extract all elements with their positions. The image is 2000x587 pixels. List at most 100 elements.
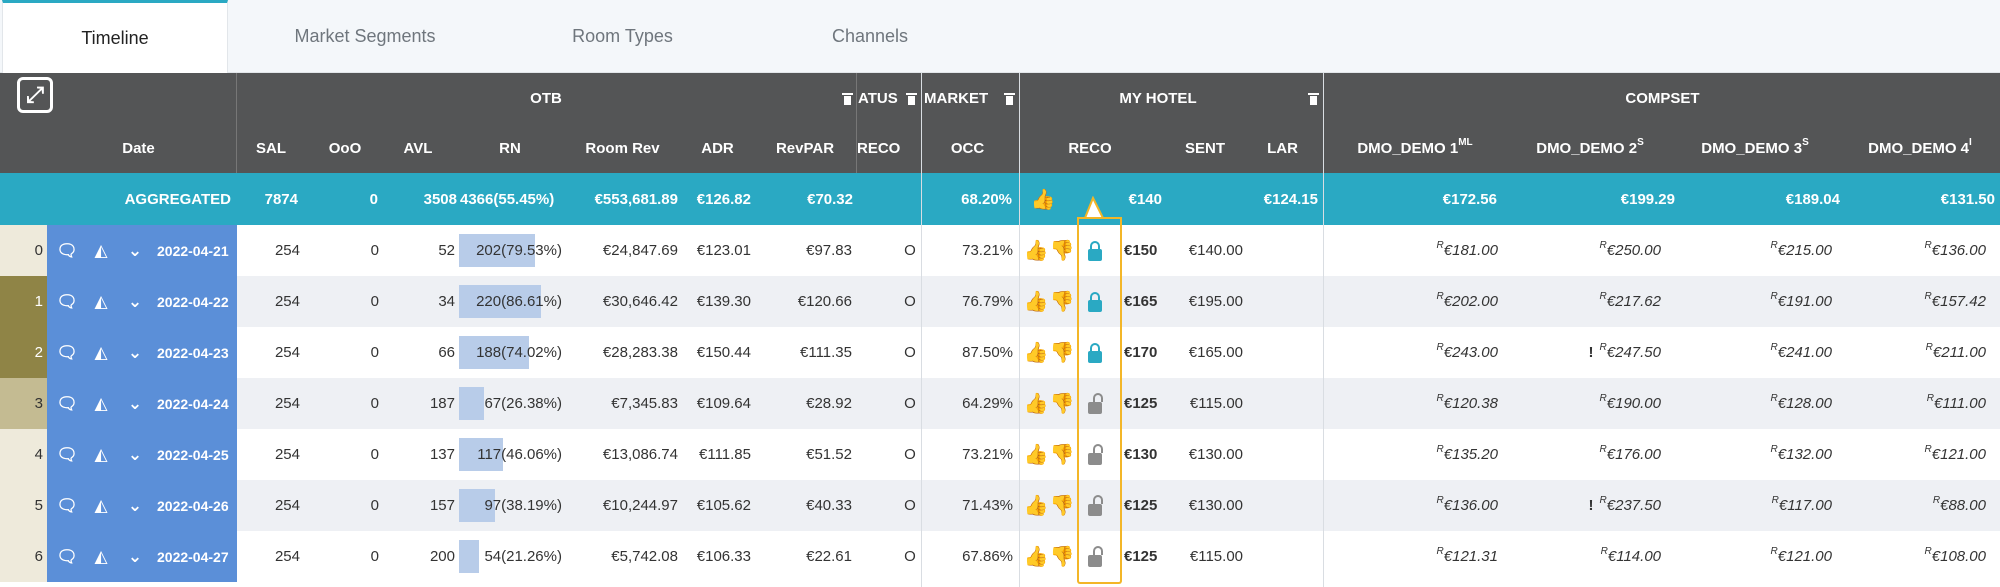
thumbs-down-icon[interactable]: 👎: [1048, 327, 1076, 378]
column-sal[interactable]: SAL: [238, 123, 304, 173]
cell-sal: 254: [274, 242, 300, 259]
comment-icon[interactable]: 🗨: [53, 343, 81, 363]
area-chart-icon[interactable]: ◭: [87, 343, 115, 363]
column-lar[interactable]: LAR: [1250, 123, 1315, 173]
cell-rn: 97(38.19%): [484, 497, 562, 514]
tab-room-types[interactable]: Room Types: [500, 0, 745, 73]
column-adr[interactable]: ADR: [685, 123, 750, 173]
tab-timeline[interactable]: Timeline: [2, 0, 228, 74]
expand-icon[interactable]: ⤢: [17, 77, 53, 113]
rate-source-marker: R: [1436, 495, 1444, 506]
column-sent[interactable]: SENT: [1170, 123, 1240, 173]
row-date: 2022-04-23: [157, 344, 229, 361]
date-cell: 🗨 ◭ ⌄ 2022-04-25: [47, 429, 237, 480]
column-compset-2[interactable]: DMO_DEMO 2S: [1515, 123, 1665, 173]
date-cell: 🗨 ◭ ⌄ 2022-04-24: [47, 378, 237, 429]
cell-room-rev: €5,742.08: [611, 548, 678, 565]
aggregated-row: AGGREGATED 7874 0 3508 4366(55.45%) €553…: [0, 173, 2000, 225]
column-compset-4[interactable]: DMO_DEMO 4I: [1845, 123, 1995, 173]
area-chart-icon[interactable]: ◭: [87, 445, 115, 465]
column-ooo[interactable]: OoO: [310, 123, 380, 173]
comment-icon[interactable]: 🗨: [53, 292, 81, 312]
thumbs-up-icon[interactable]: 👍: [1022, 225, 1050, 276]
chevron-down-icon[interactable]: ⌄: [121, 496, 149, 516]
tab-channels[interactable]: Channels: [760, 0, 980, 73]
cell-sent: €115.00: [1189, 548, 1243, 565]
cell-compset-2: ! R €247.50: [1588, 342, 1661, 361]
thumbs-up-icon[interactable]: 👍: [1022, 429, 1050, 480]
table-row: 3 🗨 ◭ ⌄ 2022-04-24 254 0 187 67(26.38%) …: [0, 378, 2000, 429]
tab-market-segments[interactable]: Market Segments: [240, 0, 490, 73]
thumbs-down-icon[interactable]: 👎: [1048, 429, 1076, 480]
cell-adr: €109.64: [696, 395, 751, 412]
cell-compset-2: R €190.00: [1599, 393, 1661, 412]
row-date: 2022-04-21: [157, 242, 229, 259]
thumbs-down-icon[interactable]: 👎: [1048, 276, 1076, 327]
comment-icon[interactable]: 🗨: [53, 496, 81, 516]
cell-rn: 67(26.38%): [484, 395, 562, 412]
rate-source-marker: R: [1599, 291, 1607, 302]
column-room-rev[interactable]: Room Rev: [570, 123, 675, 173]
row-index: 0: [0, 225, 47, 276]
trash-icon[interactable]: [1308, 92, 1319, 105]
aggregated-rn: 4366(55.45%): [460, 190, 555, 208]
rate-source-marker: R: [1770, 291, 1778, 302]
thumbs-down-icon[interactable]: 👎: [1048, 480, 1076, 531]
row-date: 2022-04-24: [157, 395, 229, 412]
table-row: 5 🗨 ◭ ⌄ 2022-04-26 254 0 157 97(38.19%) …: [0, 480, 2000, 531]
row-date: 2022-04-25: [157, 446, 229, 463]
column-date[interactable]: Date: [47, 123, 230, 173]
cell-revpar: €51.52: [806, 446, 852, 463]
thumbs-up-icon[interactable]: 👍: [1028, 173, 1058, 225]
thumbs-down-icon[interactable]: 👎: [1048, 225, 1076, 276]
area-chart-icon[interactable]: ◭: [87, 496, 115, 516]
rate-source-marker: R: [1600, 546, 1608, 557]
rate-source-marker: R: [1599, 393, 1607, 404]
cell-adr: €150.44: [696, 344, 751, 361]
cell-compset-2: ! R €237.50: [1588, 495, 1661, 514]
cell-room-rev: €13,086.74: [602, 446, 678, 463]
column-occ[interactable]: OCC: [925, 123, 1010, 173]
thumbs-down-icon[interactable]: 👎: [1048, 531, 1076, 582]
cell-compset-2: R €114.00: [1600, 546, 1661, 565]
column-reco[interactable]: RECO: [1030, 123, 1150, 173]
chevron-down-icon[interactable]: ⌄: [121, 241, 149, 261]
rate-source-marker: R: [1932, 495, 1941, 506]
column-compset-3[interactable]: DMO_DEMO 3S: [1680, 123, 1830, 173]
trash-icon[interactable]: [842, 92, 853, 105]
chevron-down-icon[interactable]: ⌄: [121, 343, 149, 363]
cell-compset-1: R €202.00: [1436, 291, 1498, 310]
trash-icon[interactable]: [1004, 92, 1015, 105]
column-avl[interactable]: AVL: [385, 123, 451, 173]
thumbs-up-icon[interactable]: 👍: [1022, 378, 1050, 429]
row-index: 2: [0, 327, 47, 378]
thumbs-up-icon[interactable]: 👍: [1022, 531, 1050, 582]
thumbs-up-icon[interactable]: 👍: [1022, 327, 1050, 378]
group-my-hotel: MY HOTEL: [1119, 89, 1197, 107]
thumbs-up-icon[interactable]: 👍: [1022, 276, 1050, 327]
area-chart-icon[interactable]: ◭: [87, 241, 115, 261]
column-rn[interactable]: RN: [460, 123, 560, 173]
column-compset-1[interactable]: DMO_DEMO 1 ML: [1340, 123, 1490, 173]
chevron-down-icon[interactable]: ⌄: [121, 292, 149, 312]
cell-sal: 254: [274, 497, 300, 514]
comment-icon[interactable]: 🗨: [53, 394, 81, 414]
area-chart-icon[interactable]: ◭: [87, 394, 115, 414]
cell-compset-2: R €176.00: [1599, 444, 1661, 463]
cell-sent: €130.00: [1188, 446, 1243, 463]
chevron-down-icon[interactable]: ⌄: [121, 445, 149, 465]
comment-icon[interactable]: 🗨: [53, 547, 81, 567]
thumbs-up-icon[interactable]: 👍: [1022, 480, 1050, 531]
column-revpar[interactable]: RevPAR: [765, 123, 845, 173]
area-chart-icon[interactable]: ◭: [87, 547, 115, 567]
comment-icon[interactable]: 🗨: [53, 445, 81, 465]
column-status-reco[interactable]: RECO: [857, 123, 907, 173]
thumbs-down-icon[interactable]: 👎: [1048, 378, 1076, 429]
column-separator: [856, 73, 857, 173]
chevron-down-icon[interactable]: ⌄: [121, 547, 149, 567]
comment-icon[interactable]: 🗨: [53, 241, 81, 261]
cell-sent: €130.00: [1188, 497, 1243, 514]
area-chart-icon[interactable]: ◭: [87, 292, 115, 312]
trash-icon[interactable]: [906, 92, 917, 105]
chevron-down-icon[interactable]: ⌄: [121, 394, 149, 414]
